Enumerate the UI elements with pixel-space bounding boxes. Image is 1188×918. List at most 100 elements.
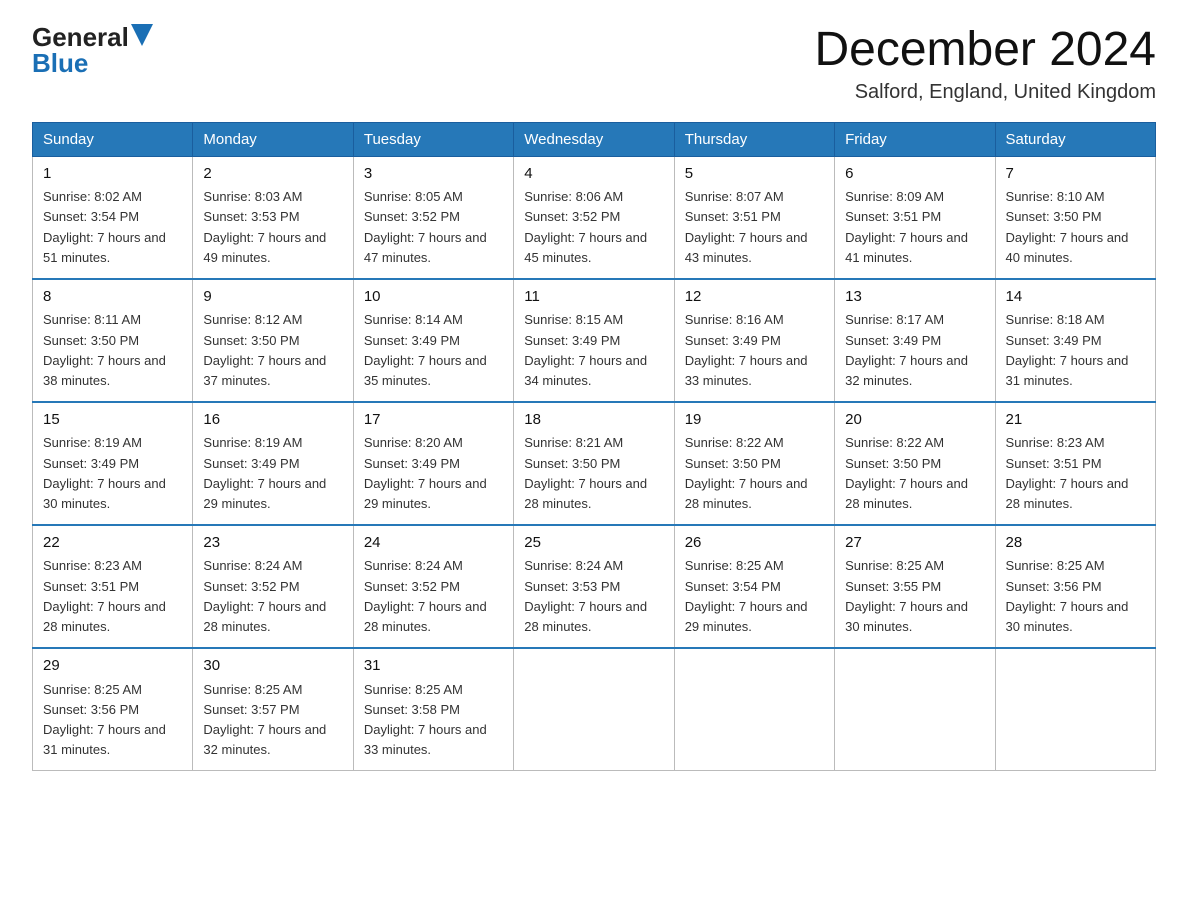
day-number: 26 [685, 532, 824, 555]
logo-arrow-icon [131, 24, 153, 46]
day-info: Sunrise: 8:21 AMSunset: 3:50 PMDaylight:… [524, 433, 663, 514]
day-number: 5 [685, 163, 824, 186]
calendar-cell: 28Sunrise: 8:25 AMSunset: 3:56 PMDayligh… [995, 525, 1155, 648]
day-info: Sunrise: 8:22 AMSunset: 3:50 PMDaylight:… [685, 433, 824, 514]
day-number: 16 [203, 409, 342, 432]
day-info: Sunrise: 8:24 AMSunset: 3:53 PMDaylight:… [524, 556, 663, 637]
location-text: Salford, England, United Kingdom [814, 81, 1156, 104]
calendar-header-tuesday: Tuesday [353, 122, 513, 156]
calendar-cell: 3Sunrise: 8:05 AMSunset: 3:52 PMDaylight… [353, 156, 513, 279]
calendar-cell [835, 648, 995, 771]
calendar-cell: 5Sunrise: 8:07 AMSunset: 3:51 PMDaylight… [674, 156, 834, 279]
calendar-cell: 21Sunrise: 8:23 AMSunset: 3:51 PMDayligh… [995, 402, 1155, 525]
day-info: Sunrise: 8:14 AMSunset: 3:49 PMDaylight:… [364, 310, 503, 391]
calendar-cell: 18Sunrise: 8:21 AMSunset: 3:50 PMDayligh… [514, 402, 674, 525]
logo-blue-text: Blue [32, 50, 88, 76]
calendar-cell: 12Sunrise: 8:16 AMSunset: 3:49 PMDayligh… [674, 279, 834, 402]
day-info: Sunrise: 8:19 AMSunset: 3:49 PMDaylight:… [43, 433, 182, 514]
day-number: 30 [203, 655, 342, 678]
calendar-cell: 7Sunrise: 8:10 AMSunset: 3:50 PMDaylight… [995, 156, 1155, 279]
calendar-header-thursday: Thursday [674, 122, 834, 156]
day-number: 12 [685, 286, 824, 309]
day-number: 20 [845, 409, 984, 432]
day-info: Sunrise: 8:12 AMSunset: 3:50 PMDaylight:… [203, 310, 342, 391]
calendar-cell: 6Sunrise: 8:09 AMSunset: 3:51 PMDaylight… [835, 156, 995, 279]
calendar-cell: 25Sunrise: 8:24 AMSunset: 3:53 PMDayligh… [514, 525, 674, 648]
calendar-cell: 16Sunrise: 8:19 AMSunset: 3:49 PMDayligh… [193, 402, 353, 525]
day-info: Sunrise: 8:10 AMSunset: 3:50 PMDaylight:… [1006, 187, 1145, 268]
day-info: Sunrise: 8:15 AMSunset: 3:49 PMDaylight:… [524, 310, 663, 391]
day-number: 14 [1006, 286, 1145, 309]
calendar-cell: 4Sunrise: 8:06 AMSunset: 3:52 PMDaylight… [514, 156, 674, 279]
day-info: Sunrise: 8:23 AMSunset: 3:51 PMDaylight:… [43, 556, 182, 637]
page-header: General Blue December 2024 Salford, Engl… [32, 24, 1156, 104]
calendar-cell: 15Sunrise: 8:19 AMSunset: 3:49 PMDayligh… [33, 402, 193, 525]
day-info: Sunrise: 8:03 AMSunset: 3:53 PMDaylight:… [203, 187, 342, 268]
day-number: 24 [364, 532, 503, 555]
logo: General Blue [32, 24, 153, 76]
day-number: 21 [1006, 409, 1145, 432]
calendar-cell: 1Sunrise: 8:02 AMSunset: 3:54 PMDaylight… [33, 156, 193, 279]
calendar-week-row: 8Sunrise: 8:11 AMSunset: 3:50 PMDaylight… [33, 279, 1156, 402]
calendar-cell: 29Sunrise: 8:25 AMSunset: 3:56 PMDayligh… [33, 648, 193, 771]
calendar-cell [674, 648, 834, 771]
day-number: 6 [845, 163, 984, 186]
calendar-header-monday: Monday [193, 122, 353, 156]
day-info: Sunrise: 8:06 AMSunset: 3:52 PMDaylight:… [524, 187, 663, 268]
day-info: Sunrise: 8:25 AMSunset: 3:56 PMDaylight:… [43, 680, 182, 761]
day-number: 11 [524, 286, 663, 309]
calendar-header-saturday: Saturday [995, 122, 1155, 156]
day-info: Sunrise: 8:20 AMSunset: 3:49 PMDaylight:… [364, 433, 503, 514]
day-number: 10 [364, 286, 503, 309]
calendar-header-row: SundayMondayTuesdayWednesdayThursdayFrid… [33, 122, 1156, 156]
day-number: 4 [524, 163, 663, 186]
calendar-cell: 22Sunrise: 8:23 AMSunset: 3:51 PMDayligh… [33, 525, 193, 648]
day-info: Sunrise: 8:07 AMSunset: 3:51 PMDaylight:… [685, 187, 824, 268]
calendar-cell: 17Sunrise: 8:20 AMSunset: 3:49 PMDayligh… [353, 402, 513, 525]
day-number: 23 [203, 532, 342, 555]
day-number: 7 [1006, 163, 1145, 186]
day-info: Sunrise: 8:19 AMSunset: 3:49 PMDaylight:… [203, 433, 342, 514]
calendar-cell: 26Sunrise: 8:25 AMSunset: 3:54 PMDayligh… [674, 525, 834, 648]
day-number: 31 [364, 655, 503, 678]
calendar-week-row: 29Sunrise: 8:25 AMSunset: 3:56 PMDayligh… [33, 648, 1156, 771]
calendar-cell: 8Sunrise: 8:11 AMSunset: 3:50 PMDaylight… [33, 279, 193, 402]
day-number: 25 [524, 532, 663, 555]
calendar-header-friday: Friday [835, 122, 995, 156]
day-info: Sunrise: 8:23 AMSunset: 3:51 PMDaylight:… [1006, 433, 1145, 514]
day-info: Sunrise: 8:25 AMSunset: 3:55 PMDaylight:… [845, 556, 984, 637]
day-number: 8 [43, 286, 182, 309]
calendar-week-row: 22Sunrise: 8:23 AMSunset: 3:51 PMDayligh… [33, 525, 1156, 648]
day-number: 9 [203, 286, 342, 309]
day-info: Sunrise: 8:11 AMSunset: 3:50 PMDaylight:… [43, 310, 182, 391]
calendar-cell: 2Sunrise: 8:03 AMSunset: 3:53 PMDaylight… [193, 156, 353, 279]
calendar-week-row: 1Sunrise: 8:02 AMSunset: 3:54 PMDaylight… [33, 156, 1156, 279]
calendar-cell: 24Sunrise: 8:24 AMSunset: 3:52 PMDayligh… [353, 525, 513, 648]
calendar-header-sunday: Sunday [33, 122, 193, 156]
day-info: Sunrise: 8:05 AMSunset: 3:52 PMDaylight:… [364, 187, 503, 268]
day-info: Sunrise: 8:02 AMSunset: 3:54 PMDaylight:… [43, 187, 182, 268]
day-info: Sunrise: 8:25 AMSunset: 3:57 PMDaylight:… [203, 680, 342, 761]
calendar-cell: 11Sunrise: 8:15 AMSunset: 3:49 PMDayligh… [514, 279, 674, 402]
calendar-cell [995, 648, 1155, 771]
calendar-cell: 9Sunrise: 8:12 AMSunset: 3:50 PMDaylight… [193, 279, 353, 402]
calendar-cell: 14Sunrise: 8:18 AMSunset: 3:49 PMDayligh… [995, 279, 1155, 402]
calendar-cell: 13Sunrise: 8:17 AMSunset: 3:49 PMDayligh… [835, 279, 995, 402]
calendar-cell: 31Sunrise: 8:25 AMSunset: 3:58 PMDayligh… [353, 648, 513, 771]
day-info: Sunrise: 8:22 AMSunset: 3:50 PMDaylight:… [845, 433, 984, 514]
day-number: 28 [1006, 532, 1145, 555]
calendar-header-wednesday: Wednesday [514, 122, 674, 156]
day-number: 1 [43, 163, 182, 186]
day-info: Sunrise: 8:24 AMSunset: 3:52 PMDaylight:… [364, 556, 503, 637]
day-info: Sunrise: 8:25 AMSunset: 3:56 PMDaylight:… [1006, 556, 1145, 637]
month-title: December 2024 [814, 24, 1156, 77]
day-number: 18 [524, 409, 663, 432]
calendar-cell: 27Sunrise: 8:25 AMSunset: 3:55 PMDayligh… [835, 525, 995, 648]
day-info: Sunrise: 8:25 AMSunset: 3:54 PMDaylight:… [685, 556, 824, 637]
title-section: December 2024 Salford, England, United K… [814, 24, 1156, 104]
logo-general-text: General [32, 24, 129, 50]
day-info: Sunrise: 8:16 AMSunset: 3:49 PMDaylight:… [685, 310, 824, 391]
day-number: 15 [43, 409, 182, 432]
day-info: Sunrise: 8:18 AMSunset: 3:49 PMDaylight:… [1006, 310, 1145, 391]
day-number: 19 [685, 409, 824, 432]
